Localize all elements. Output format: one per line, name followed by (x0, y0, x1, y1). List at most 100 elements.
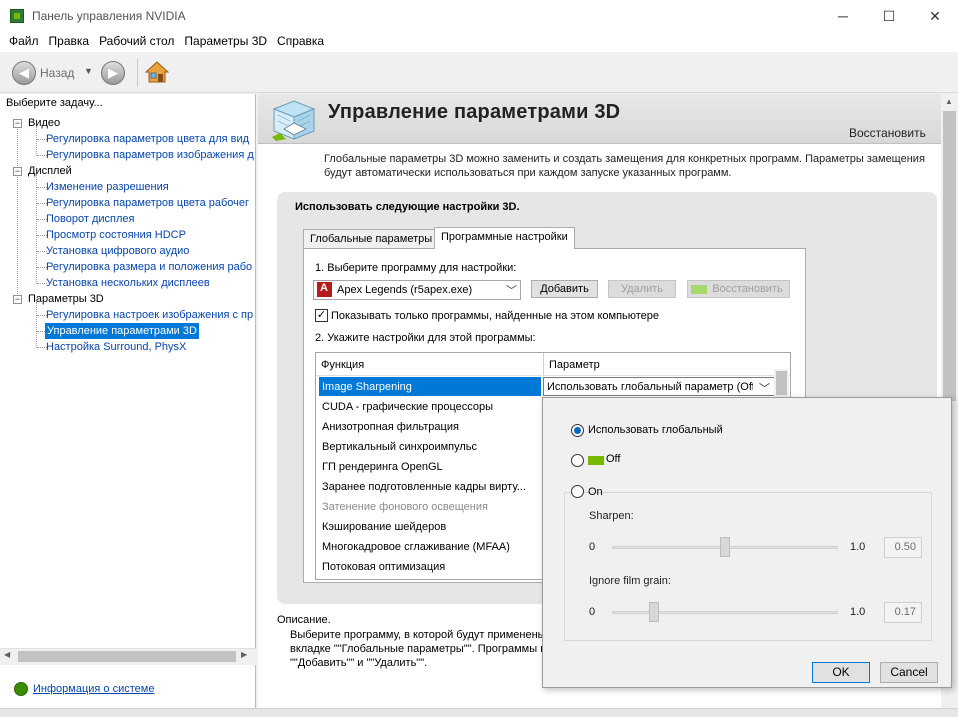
collapse-icon[interactable]: − (13, 119, 22, 128)
forward-arrow-icon[interactable]: ▶ (101, 61, 125, 85)
back-arrow-icon[interactable]: ◀ (12, 61, 36, 85)
column-header-setting[interactable]: Параметр (549, 359, 600, 371)
program-select-value: Apex Legends (r5apex.exe) (337, 284, 473, 296)
table-row[interactable]: Анизотропная фильтрация (322, 421, 459, 433)
menu-help[interactable]: Справка (272, 32, 329, 52)
column-divider (543, 353, 544, 375)
film-grain-value-field[interactable]: 0.17 (884, 602, 922, 623)
tree-item-multi-display[interactable]: Установка нескольких дисплеев (46, 275, 210, 291)
tree-item-digital-audio[interactable]: Установка цифрового аудио (46, 243, 189, 259)
back-history-dropdown-icon[interactable]: ▼ (84, 66, 93, 76)
use-global-label[interactable]: Использовать глобальный (588, 424, 723, 436)
tree-item-rotate-display[interactable]: Поворот дисплея (46, 211, 134, 227)
cancel-button[interactable]: Cancel (880, 662, 938, 683)
chevron-down-icon[interactable]: ﹀ (759, 380, 770, 396)
scrollbar-thumb[interactable] (776, 371, 787, 395)
table-row[interactable]: Кэширование шейдеров (322, 521, 446, 533)
back-button-label[interactable]: Назад (40, 66, 74, 80)
table-row[interactable]: ГП рендеринга OpenGL (322, 461, 443, 473)
tab-global-settings[interactable]: Глобальные параметры (303, 229, 440, 249)
show-only-installed-checkbox[interactable]: ✓ (315, 309, 328, 322)
menu-desktop[interactable]: Рабочий стол (94, 32, 179, 52)
on-radio[interactable] (571, 485, 584, 498)
sharpen-max-label: 1.0 (850, 541, 866, 553)
restore-program-label: Восстановить (712, 283, 783, 295)
intro-line: будут автоматически использоваться при к… (324, 167, 732, 179)
film-grain-slider-track[interactable] (612, 611, 838, 614)
tree-item-manage-3d[interactable]: Управление параметрами 3D (45, 323, 199, 339)
off-label[interactable]: Off (606, 453, 620, 465)
tree-group-display[interactable]: Дисплей (28, 163, 72, 179)
collapse-icon[interactable]: − (13, 295, 22, 304)
film-grain-min-label: 0 (589, 606, 596, 618)
feature-name: Image Sharpening (322, 381, 412, 393)
tree-item-surround-physx[interactable]: Настройка Surround, PhysX (46, 339, 186, 355)
close-button[interactable]: ✕ (912, 0, 958, 32)
film-grain-max-label: 1.0 (850, 606, 866, 618)
scrollbar-thumb[interactable] (18, 651, 236, 662)
nvidia-app-icon (10, 9, 24, 23)
scroll-right-icon[interactable]: ▶ (241, 650, 247, 659)
restore-defaults-link[interactable]: Восстановить (849, 126, 926, 140)
maximize-button[interactable]: ☐ (866, 0, 912, 32)
description-label: Описание. (277, 614, 331, 626)
table-row[interactable]: Затенение фонового освещения (322, 501, 488, 513)
scroll-up-icon[interactable]: ▲ (945, 97, 953, 106)
scrollbar-thumb[interactable] (943, 111, 956, 401)
table-row[interactable]: Вертикальный синхроимпульс (322, 441, 477, 453)
scroll-left-icon[interactable]: ◀ (4, 650, 10, 659)
menu-file[interactable]: Файл (4, 32, 44, 52)
system-info-icon[interactable] (14, 682, 28, 696)
header-divider (316, 375, 790, 376)
task-tree: − Видео Регулировка параметров цвета для… (4, 114, 254, 644)
tree-item-hdcp[interactable]: Просмотр состояния HDCP (46, 227, 186, 243)
tree-item-resolution[interactable]: Изменение разрешения (46, 179, 169, 195)
sharpen-label: Sharpen: (589, 510, 634, 522)
column-header-feature[interactable]: Функция (321, 359, 364, 371)
intro-line: Глобальные параметры 3D можно заменить и… (324, 153, 925, 165)
add-program-button[interactable]: Добавить (531, 280, 598, 298)
off-radio[interactable] (571, 454, 584, 467)
film-grain-slider-thumb[interactable] (648, 602, 659, 622)
tree-item-desktop-color[interactable]: Регулировка параметров цвета рабочег (46, 195, 249, 211)
on-label[interactable]: On (588, 486, 603, 498)
tab-program-settings[interactable]: Программные настройки (434, 227, 575, 249)
tree-group-video[interactable]: Видео (28, 115, 60, 131)
table-row[interactable]: Многокадровое сглаживание (MFAA) (322, 541, 510, 553)
setting-select-value: Использовать глобальный параметр (Off) (547, 381, 753, 393)
task-prompt: Выберите задачу... (6, 97, 103, 109)
sharpen-slider-thumb[interactable] (720, 537, 730, 557)
system-info-link[interactable]: Информация о системе (33, 683, 154, 695)
table-row[interactable]: Заранее подготовленные кадры вирту... (322, 481, 526, 493)
menu-bar: Файл Правка Рабочий стол Параметры 3D Сп… (0, 32, 958, 52)
table-row[interactable]: Потоковая оптимизация (322, 561, 445, 573)
description-line: вкладке ""Глобальные параметры"". Програ… (290, 643, 542, 655)
sharpen-value-field[interactable]: 0.50 (884, 537, 922, 558)
tree-group-3d[interactable]: Параметры 3D (28, 291, 104, 307)
film-grain-label: Ignore film grain: (589, 575, 671, 587)
menu-edit[interactable]: Правка (44, 32, 95, 52)
ok-button[interactable]: OK (812, 662, 870, 683)
home-icon[interactable] (145, 60, 169, 84)
minimize-button[interactable]: ─ (820, 0, 866, 32)
step1-label: 1. Выберите программу для настройки: (315, 262, 517, 274)
tree-item-video-image[interactable]: Регулировка параметров изображения д (46, 147, 254, 163)
step2-label: 2. Укажите настройки для этой программы: (315, 332, 536, 344)
use-global-radio[interactable] (571, 424, 584, 437)
tree-item-desktop-size[interactable]: Регулировка размера и положения рабо (46, 259, 252, 275)
chevron-down-icon[interactable]: ﹀ (506, 282, 517, 298)
delete-program-button[interactable]: Удалить (608, 280, 676, 298)
intro-text: Глобальные параметры 3D можно заменить и… (324, 152, 936, 180)
tree-item-image-preview[interactable]: Регулировка настроек изображения с пр (46, 307, 253, 323)
description-text: Выберите программу, в которой будут прим… (290, 628, 542, 670)
table-row[interactable]: CUDA - графические процессоры (322, 401, 493, 413)
page-title: Управление параметрами 3D (328, 101, 621, 123)
3d-settings-cube-icon (272, 100, 316, 141)
restore-program-button[interactable]: Восстановить (687, 280, 790, 298)
tree-item-video-color[interactable]: Регулировка параметров цвета для вид (46, 131, 249, 147)
menu-3d-settings[interactable]: Параметры 3D (179, 32, 272, 52)
collapse-icon[interactable]: − (13, 167, 22, 176)
window-title: Панель управления NVIDIA (32, 9, 186, 23)
nvidia-logo-icon (588, 456, 604, 465)
show-only-installed-label[interactable]: Показывать только программы, найденные н… (331, 310, 659, 322)
